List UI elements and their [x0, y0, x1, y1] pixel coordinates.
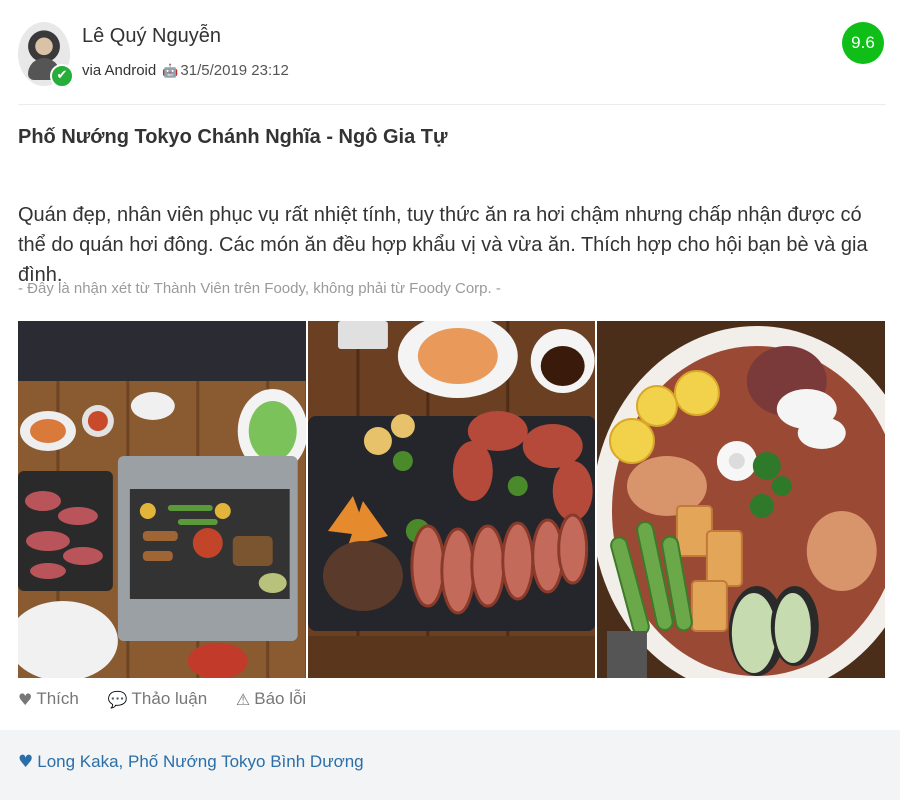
review-photo-3[interactable]	[597, 321, 886, 678]
verified-check-icon: ✔	[50, 64, 74, 88]
heart-icon: ♥	[18, 689, 33, 709]
username[interactable]: Lê Quý Nguyễn	[82, 25, 221, 48]
rating-score-badge: 9.6	[842, 22, 884, 64]
review-photo-2[interactable]	[307, 321, 596, 678]
review-text: Quán đẹp, nhân viên phục vụ rất nhiệt tí…	[18, 204, 868, 286]
likes-bar: ♥ Long Kaka, Phố Nướng Tokyo Bình Dương	[0, 730, 900, 800]
review-card: ✔ Lê Quý Nguyễn via Android 🤖 31/5/2019 23…	[0, 0, 900, 800]
post-timestamp: 31/5/2019 23:12	[180, 62, 289, 79]
heart-icon: ♥	[18, 752, 34, 772]
comment-icon: 💬	[107, 689, 128, 709]
review-photo-1[interactable]	[18, 321, 306, 678]
discuss-label: Thảo luận	[131, 689, 208, 708]
like-button[interactable]: ♥ Thích	[18, 689, 79, 709]
disclaimer-text: - Đây là nhận xét từ Thành Viên trên Foo…	[18, 280, 501, 297]
via-device: via Android	[82, 62, 157, 79]
restaurant-title[interactable]: Phố Nướng Tokyo Chánh Nghĩa - Ngô Gia Tự	[18, 126, 447, 149]
android-icon: 🤖	[162, 63, 179, 78]
liked-by-names[interactable]: Long Kaka, Phố Nướng Tokyo Bình Dương	[37, 752, 363, 771]
report-label: Báo lỗi	[254, 689, 307, 708]
review-actions: ♥ Thích 💬 Thảo luận ⚠ Báo lỗi	[18, 689, 330, 710]
liked-by: ♥ Long Kaka, Phố Nướng Tokyo Bình Dương	[18, 752, 364, 772]
like-label: Thích	[36, 689, 79, 708]
avatar[interactable]: ✔	[18, 22, 74, 88]
post-meta: via Android 🤖 31/5/2019 23:12	[82, 62, 289, 79]
review-header: ✔ Lê Quý Nguyễn via Android 🤖 31/5/2019 23…	[18, 22, 886, 92]
report-button[interactable]: ⚠ Báo lỗi	[236, 689, 306, 709]
discuss-button[interactable]: 💬 Thảo luận	[108, 689, 208, 709]
photo-gallery	[18, 321, 886, 678]
divider	[18, 104, 886, 105]
warning-icon: ⚠	[235, 689, 251, 709]
